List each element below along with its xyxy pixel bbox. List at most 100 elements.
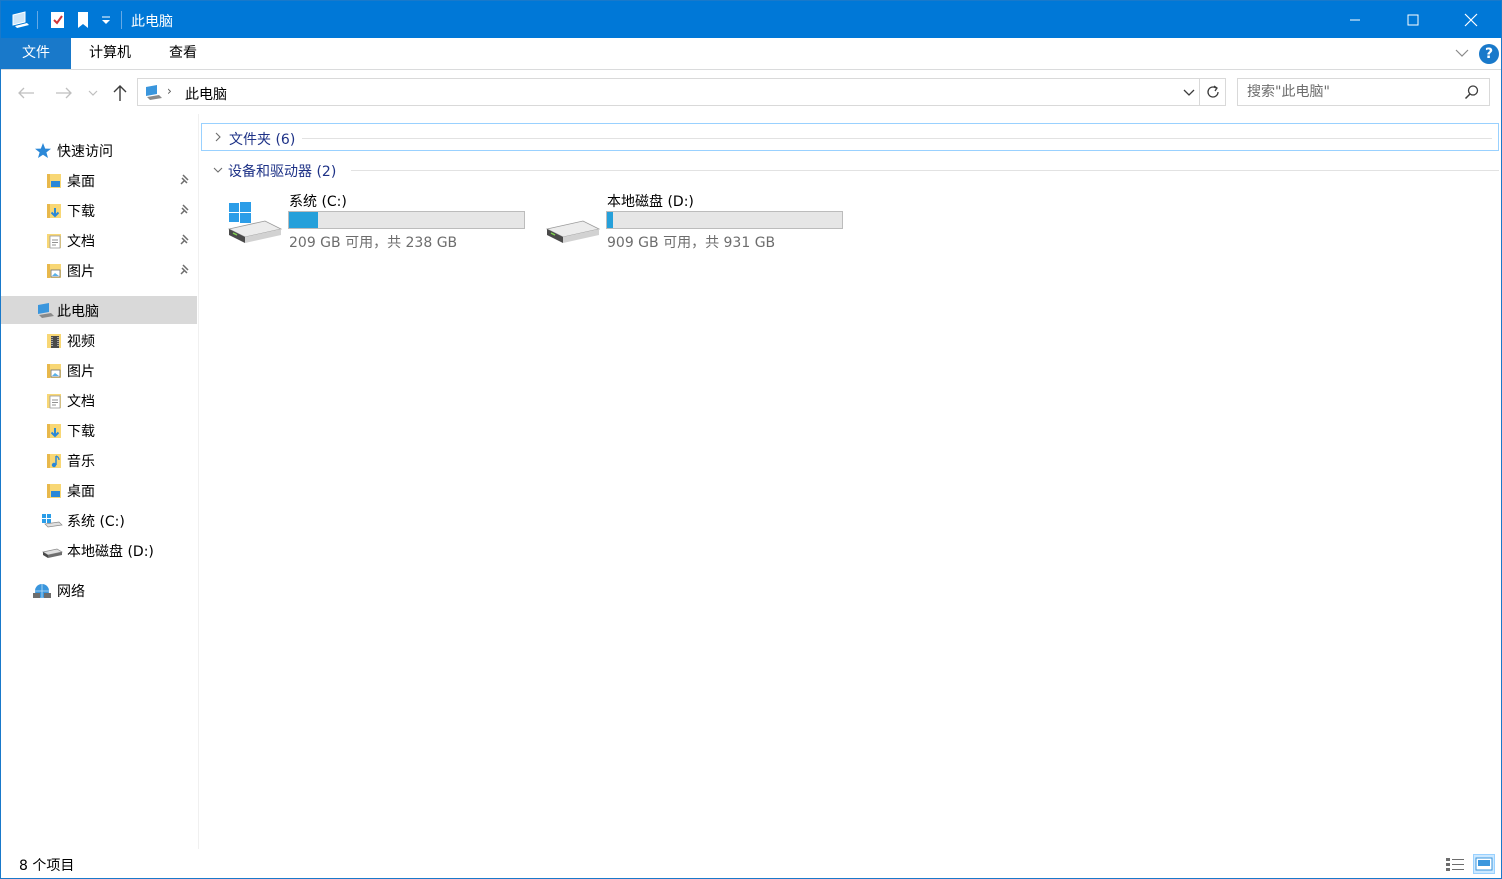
downloads-folder-icon: [45, 202, 63, 220]
window-title: 此电脑: [131, 14, 173, 30]
title-separator: [121, 11, 122, 29]
properties-icon[interactable]: [49, 10, 67, 30]
search-box[interactable]: [1237, 78, 1490, 106]
drive-space-info: 909 GB 可用，共 931 GB: [607, 235, 776, 251]
sidebar-item-music[interactable]: 音乐: [1, 446, 197, 474]
sidebar-item-system-c[interactable]: 系统 (C:): [1, 506, 197, 534]
refresh-button[interactable]: [1200, 78, 1226, 106]
sidebar-item-label: 图片: [67, 264, 95, 280]
sidebar-item-documents-pinned[interactable]: 文档: [1, 226, 197, 254]
sidebar-item-label: 下载: [67, 424, 95, 440]
sidebar-item-quick-access[interactable]: 快速访问: [1, 136, 197, 164]
group-header-folders[interactable]: 文件夹 (6): [201, 123, 1499, 151]
pin-icon[interactable]: [179, 204, 191, 220]
sidebar-item-label: 桌面: [67, 174, 95, 190]
item-count: 8 个项目: [19, 858, 75, 874]
sidebar-item-downloads[interactable]: 下载: [1, 416, 197, 444]
this-pc-icon[interactable]: [11, 10, 31, 30]
sidebar-item-videos[interactable]: 视频: [1, 326, 197, 354]
drive-usage-bar: [606, 211, 843, 229]
group-label: 文件夹 (6): [229, 132, 296, 148]
pictures-folder-icon: [45, 362, 63, 380]
group-header-devices[interactable]: 设备和驱动器 (2): [201, 156, 1499, 184]
close-icon: [1464, 13, 1478, 26]
group-label: 设备和驱动器 (2): [228, 164, 337, 180]
title-separator: [37, 11, 38, 29]
new-folder-icon[interactable]: [75, 10, 91, 30]
navigation-bar: › 此电脑: [1, 70, 1501, 114]
address-dropdown-icon[interactable]: [1182, 85, 1196, 103]
sidebar-item-desktop[interactable]: 桌面: [1, 476, 197, 504]
chevron-down-icon: [212, 163, 224, 179]
forward-arrow-icon: [56, 87, 72, 99]
tab-view[interactable]: 查看: [169, 38, 197, 69]
sidebar-item-documents[interactable]: 文档: [1, 386, 197, 414]
this-pc-icon: [36, 302, 54, 320]
status-bar: 8 个项目: [1, 849, 1501, 878]
tab-computer[interactable]: 计算机: [89, 38, 131, 69]
this-pc-icon: [144, 84, 164, 106]
maximize-button[interactable]: [1384, 1, 1442, 38]
sidebar-item-label: 下载: [67, 204, 95, 220]
title-bar: 此电脑: [1, 1, 1501, 38]
drive-tile-c[interactable]: 系统 (C:) 209 GB 可用，共 238 GB: [227, 189, 527, 255]
pin-icon[interactable]: [179, 174, 191, 190]
pin-icon[interactable]: [179, 234, 191, 250]
sidebar-item-pictures-pinned[interactable]: 图片: [1, 256, 197, 284]
large-icons-view-icon[interactable]: [1473, 854, 1495, 874]
sidebar-item-label: 网络: [57, 584, 85, 600]
customize-dropdown-icon[interactable]: [99, 10, 113, 30]
drive-usage-fill: [607, 212, 613, 228]
videos-folder-icon: [45, 332, 63, 350]
sidebar-item-pictures[interactable]: 图片: [1, 356, 197, 384]
drive-usage-bar: [288, 211, 525, 229]
network-icon: [32, 582, 51, 600]
address-bar[interactable]: › 此电脑: [137, 78, 1200, 106]
forward-button[interactable]: [53, 82, 75, 104]
sidebar-item-downloads-pinned[interactable]: 下载: [1, 196, 197, 224]
address-separator[interactable]: ›: [167, 84, 172, 98]
navigation-pane: 快速访问 桌面 下载 文档 图片 此电脑 视频 图片 文档 下载 音乐 桌面 系…: [1, 114, 199, 849]
group-divider: [351, 170, 1499, 171]
sidebar-item-this-pc[interactable]: 此电脑: [1, 296, 197, 324]
up-button[interactable]: [109, 82, 131, 104]
help-button[interactable]: ?: [1479, 44, 1499, 64]
chevron-down-icon: [88, 90, 98, 96]
refresh-icon: [1206, 85, 1219, 98]
sidebar-item-label: 本地磁盘 (D:): [67, 544, 154, 560]
search-input[interactable]: [1247, 84, 1457, 100]
sidebar-item-local-disk-d[interactable]: 本地磁盘 (D:): [1, 536, 197, 564]
sidebar-item-label: 图片: [67, 364, 95, 380]
back-button[interactable]: [15, 82, 37, 104]
minimize-icon: [1350, 19, 1360, 20]
expand-ribbon-chevron-icon[interactable]: [1454, 46, 1470, 64]
details-view-icon[interactable]: [1445, 856, 1465, 876]
pin-icon[interactable]: [179, 264, 191, 280]
documents-folder-icon: [45, 232, 63, 250]
recent-locations-button[interactable]: [85, 82, 101, 104]
address-path[interactable]: 此电脑: [185, 84, 227, 104]
desktop-folder-icon: [45, 172, 63, 190]
close-button[interactable]: [1442, 1, 1500, 38]
sidebar-item-label: 桌面: [67, 484, 95, 500]
minimize-button[interactable]: [1326, 1, 1384, 38]
sidebar-item-label: 此电脑: [57, 304, 99, 320]
search-icon[interactable]: [1464, 84, 1480, 104]
file-explorer-window: 此电脑 文件 计算机 查看 ? › 此电脑 搜索"此电脑" 快速访问 桌面 下载…: [0, 0, 1502, 879]
windows-drive-icon: [227, 199, 283, 253]
sidebar-item-label: 文档: [67, 234, 95, 250]
up-arrow-icon: [113, 85, 127, 101]
sidebar-item-label: 文档: [67, 394, 95, 410]
drive-usage-fill: [289, 212, 318, 228]
sidebar-item-label: 音乐: [67, 454, 95, 470]
sidebar-item-network[interactable]: 网络: [1, 576, 197, 604]
music-folder-icon: [45, 452, 63, 470]
drive-name: 本地磁盘 (D:): [607, 194, 694, 210]
tab-file[interactable]: 文件: [1, 38, 71, 69]
sidebar-item-label: 系统 (C:): [67, 514, 125, 530]
drive-tile-d[interactable]: 本地磁盘 (D:) 909 GB 可用，共 931 GB: [545, 189, 845, 255]
downloads-folder-icon: [45, 422, 63, 440]
star-icon: [34, 142, 52, 160]
sidebar-item-desktop-pinned[interactable]: 桌面: [1, 166, 197, 194]
pictures-folder-icon: [45, 262, 63, 280]
